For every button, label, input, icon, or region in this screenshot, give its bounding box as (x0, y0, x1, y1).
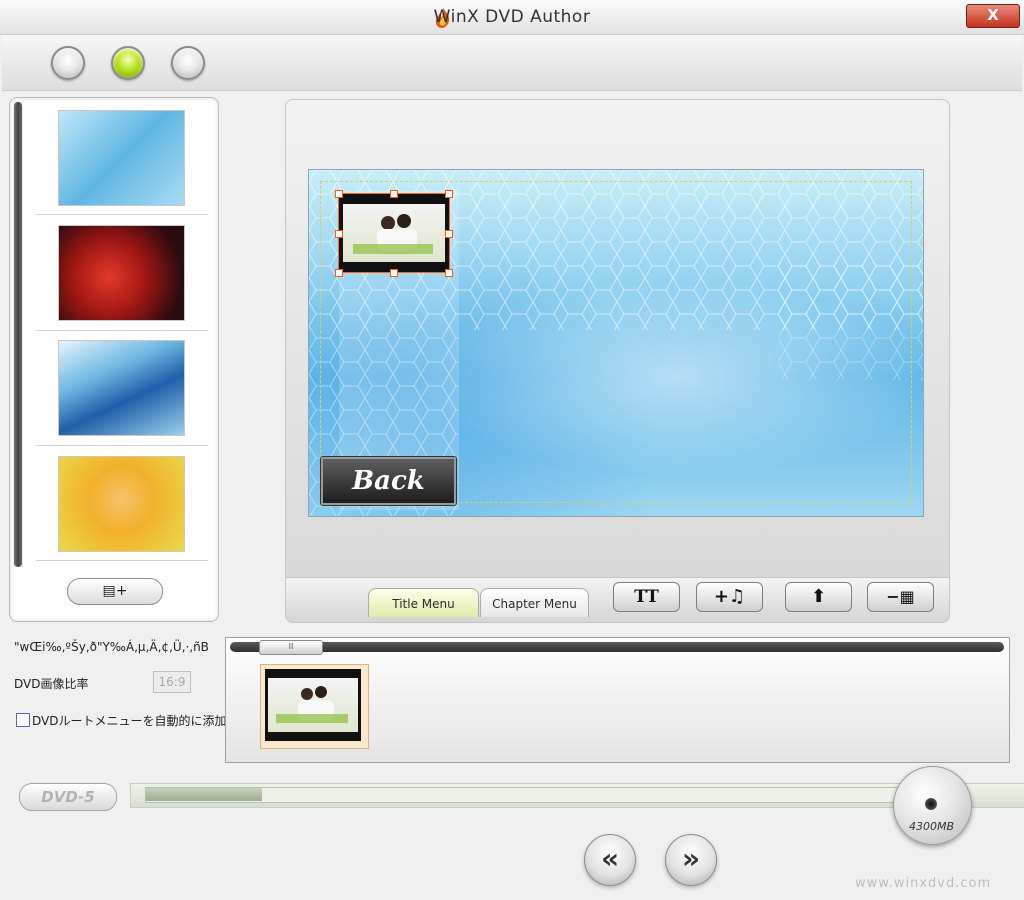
resize-handle[interactable] (335, 269, 343, 277)
status-text: "wŒi‰‚ºŠy‚ð"Y‰Á‚µ‚Ä‚¢‚Ü‚·‚ñB (14, 640, 209, 654)
divider (36, 214, 208, 215)
tab-title-menu[interactable]: Title Menu (368, 588, 479, 617)
dvd-type-selector[interactable]: DVD-5 (19, 783, 117, 811)
disc-hole (925, 798, 937, 810)
brand-watermark: www.winxdvd.com (855, 876, 992, 891)
disc-capacity-label: 4300MB (908, 820, 955, 833)
title-thumbnail-button[interactable] (338, 193, 450, 273)
resize-handle[interactable] (445, 230, 453, 238)
scrollbar-thumb[interactable] (14, 102, 22, 567)
add-text-button[interactable]: TT (613, 582, 680, 612)
auto-root-menu-label: DVDルートメニューを自動的に添加する (32, 714, 251, 728)
arrow-up-icon: ⬆ (810, 586, 827, 607)
title-list-scrollbar[interactable] (230, 642, 1004, 652)
previous-button[interactable]: « (584, 834, 636, 886)
blue-mosaic-thumbnail[interactable] (58, 110, 185, 206)
divider (36, 560, 208, 561)
add-background-button[interactable]: ▤+ (67, 578, 163, 605)
next-button[interactable]: » (665, 834, 717, 886)
red-roses-thumbnail[interactable] (58, 225, 185, 321)
title-list-scroll-thumb[interactable]: II (259, 640, 323, 655)
minus-filmstrip-icon: −▦ (886, 587, 915, 606)
close-button[interactable]: X (966, 4, 1020, 28)
step-bar (2, 35, 1022, 91)
blue-waves-thumbnail[interactable] (58, 340, 185, 436)
remove-button[interactable]: −▦ (867, 582, 934, 612)
window-title: WinX DVD Author (433, 7, 591, 27)
wedding-photo-image (343, 204, 445, 262)
tab-chapter-menu[interactable]: Chapter Menu (480, 588, 589, 617)
yellow-flowers-thumbnail[interactable] (58, 456, 185, 552)
divider (36, 445, 208, 446)
text-icon: TT (634, 587, 659, 607)
auto-root-menu-checkbox[interactable] (16, 713, 30, 727)
double-chevron-right-icon: » (681, 842, 701, 875)
music-note-icon: +♫ (713, 586, 746, 607)
resize-handle[interactable] (390, 269, 398, 277)
step-3-button[interactable] (171, 46, 205, 80)
resize-handle[interactable] (445, 190, 453, 198)
move-up-button[interactable]: ⬆ (785, 582, 852, 612)
add-music-button[interactable]: +♫ (696, 582, 763, 612)
resize-handle[interactable] (335, 190, 343, 198)
divider (36, 330, 208, 331)
title-item-thumbnail (265, 669, 361, 741)
resize-handle[interactable] (335, 230, 343, 238)
back-menu-button[interactable]: Back (321, 457, 456, 505)
aspect-ratio-field[interactable]: 16:9 (153, 671, 191, 693)
step-2-button[interactable] (111, 46, 145, 80)
double-chevron-left-icon: « (600, 842, 620, 875)
add-list-icon: ▤+ (102, 583, 128, 599)
resize-handle[interactable] (390, 190, 398, 198)
resize-handle[interactable] (445, 269, 453, 277)
aspect-ratio-label: DVD画像比率 (14, 677, 89, 691)
capacity-fill (146, 788, 262, 801)
step-1-button[interactable] (51, 46, 85, 80)
